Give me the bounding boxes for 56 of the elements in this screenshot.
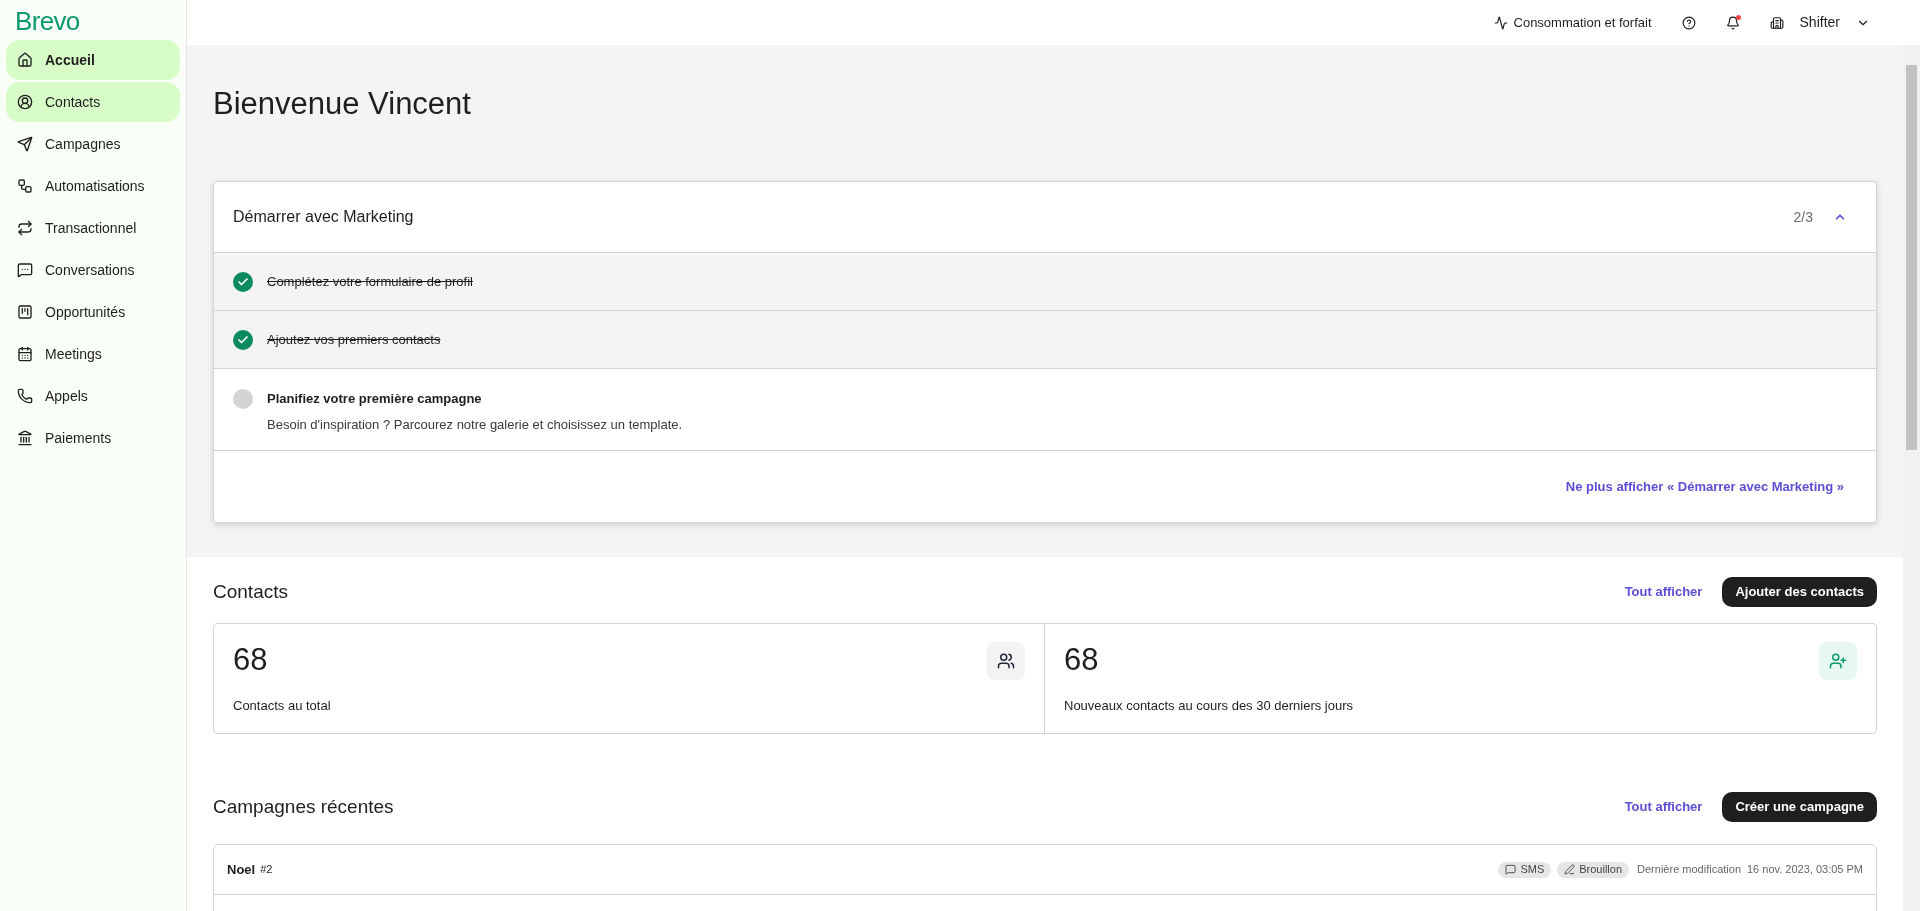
bank-icon — [17, 430, 33, 446]
notifications-icon[interactable] — [1725, 15, 1740, 30]
sidebar-item[interactable]: Paiements — [6, 418, 180, 458]
home-icon — [17, 52, 33, 68]
modified-label: Dernière modification — [1637, 862, 1741, 878]
page-title: Bienvenue Vincent — [213, 85, 472, 123]
board-icon — [17, 304, 33, 320]
stat-label: Nouveaux contacts au cours des 30 derniers jours — [1064, 697, 1355, 715]
send-icon — [17, 136, 33, 152]
repeat-icon — [17, 220, 33, 236]
activity-icon — [1493, 15, 1508, 30]
view-all-link[interactable]: Tout afficher — [1624, 582, 1703, 602]
sidebar-item[interactable]: Contacts — [6, 82, 180, 122]
sidebar-item[interactable]: Campagnes — [6, 124, 180, 164]
scrollbar[interactable] — [1903, 45, 1920, 911]
help-icon[interactable] — [1681, 15, 1696, 30]
campaign-name[interactable]: Noel — [227, 859, 256, 880]
step-title[interactable]: Planifiez votre première campagne — [267, 389, 683, 409]
view-all-link[interactable]: Tout afficher — [1624, 797, 1703, 817]
sidebar-item[interactable]: Meetings — [6, 334, 180, 374]
sidebar-item[interactable]: Transactionnel — [6, 208, 180, 248]
section-title: Campagnes récentes — [213, 794, 395, 819]
sidebar-item[interactable]: Appels — [6, 376, 180, 416]
dismiss-link[interactable]: Ne plus afficher « Démarrer avec Marketing » — [1565, 476, 1844, 497]
pen-icon — [1564, 864, 1576, 875]
account-menu[interactable]: Shifter — [1769, 12, 1870, 33]
users-icon — [987, 642, 1025, 680]
campaign-number: #2 — [260, 862, 274, 878]
status-tag: Brouillon — [1557, 861, 1630, 878]
user-circle-icon — [17, 94, 33, 110]
message-icon — [1505, 864, 1517, 875]
sidebar-item[interactable]: Conversations — [6, 250, 180, 290]
stat-value: 68 — [233, 642, 269, 678]
calendar-icon — [17, 346, 33, 362]
phone-icon — [17, 388, 33, 404]
modified-date: 16 nov. 2023, 03:05 PM — [1747, 862, 1863, 878]
usage-button[interactable]: Consommation et forfait — [1493, 12, 1652, 33]
workflow-icon — [17, 178, 33, 194]
stat-label: Contacts au total — [233, 697, 332, 715]
sidebar-item[interactable]: Opportunités — [6, 292, 180, 332]
sidebar-item[interactable]: Accueil — [6, 40, 180, 80]
stat-value: 68 — [1064, 642, 1100, 678]
create-campaign-button[interactable]: Créer une campagne — [1722, 792, 1877, 822]
add-contacts-button[interactable]: Ajouter des contacts — [1722, 577, 1877, 607]
step-title[interactable]: Ajoutez vos premiers contacts — [267, 329, 441, 350]
step-title[interactable]: Complétez votre formulaire de profil — [267, 271, 473, 292]
user-plus-icon — [1819, 642, 1857, 680]
building-icon — [1769, 15, 1784, 30]
sidebar-item[interactable]: Automatisations — [6, 166, 180, 206]
logo[interactable]: Brevo — [0, 0, 186, 40]
step-description: Besoin d'inspiration ? Parcourez notre galerie et choisissez un template. — [267, 415, 683, 434]
section-title: Contacts — [213, 579, 289, 604]
card-title: Démarrer avec Marketing — [233, 207, 415, 227]
chat-bubble-icon — [17, 262, 33, 278]
channel-tag: SMS — [1498, 861, 1552, 878]
progress-count: 2/3 — [1793, 207, 1813, 227]
